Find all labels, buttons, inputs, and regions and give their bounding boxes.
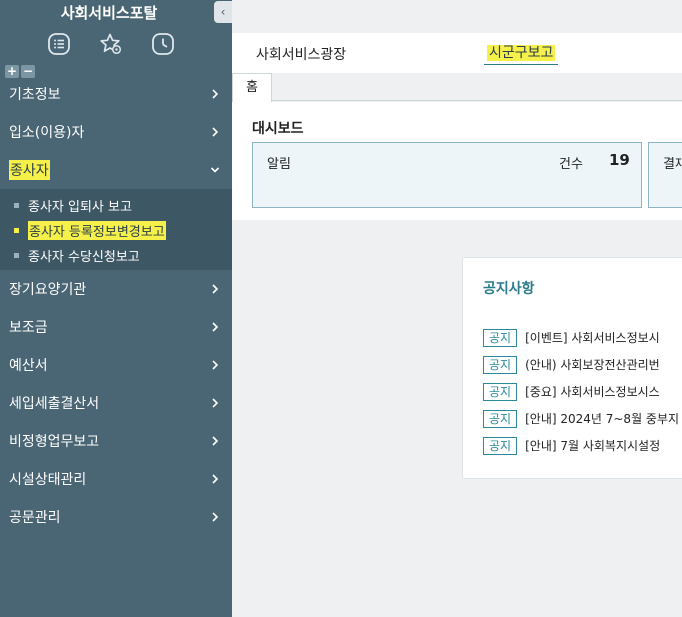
sidebar-item-budget[interactable]: 예산서 [0,346,232,384]
chevron-right-icon [212,360,219,370]
notice-badge: 공지 [483,355,518,374]
sidebar-item-staff[interactable]: 종사자 [0,151,232,189]
bullet-icon [14,228,19,233]
notice-text: [안내] 7월 사회복지시설정 [525,439,661,453]
chevron-right-icon [212,436,219,446]
approval-card[interactable]: 결재 [648,142,682,208]
district-report-link[interactable]: 시군구보고 [484,42,559,65]
notice-text: (안내) 사회보장전산관리번 [525,358,660,372]
sidebar-item-basic-info[interactable]: 기초정보 [0,75,232,113]
clock-icon[interactable] [151,32,175,56]
tab-bar: 홈 [232,73,682,102]
notice-item[interactable]: 공지 [안내] 7월 사회복지시설정 [483,432,682,459]
chevron-right-icon [212,474,219,484]
notice-text: [중요] 사회서비스정보시스 [525,385,660,399]
main-content: 사회서비스광장 시군구보고 홈 대시보드 알림 건수 19 결재 공지사항 공지… [232,0,682,617]
sidebar-item-label: 기초정보 [9,87,61,103]
chevron-right-icon [212,284,219,294]
chevron-right-icon [212,127,219,137]
page-header: 사회서비스광장 시군구보고 [232,33,682,73]
notification-card[interactable]: 알림 건수 19 [252,142,642,208]
sidebar-item-subsidy[interactable]: 보조금 [0,308,232,346]
sidebar-item-label: 장기요양기관 [9,282,87,298]
notice-title: 공지사항 [483,281,535,297]
sidebar-item-label: 종사자 [9,160,50,180]
count-label: 건수 [559,157,583,172]
notification-count: 19 [609,151,630,169]
sidebar-item-settlement[interactable]: 세입세출결산서 [0,384,232,422]
notice-item[interactable]: 공지 [중요] 사회서비스정보시스 [483,378,682,405]
notice-text: [이벤트] 사회서비스정보시 [525,331,660,345]
bullet-icon [14,203,19,208]
sidebar-item-label: 비정형업무보고 [9,434,100,450]
list-icon[interactable] [47,32,71,56]
sub-item-staff-allowance[interactable]: 종사자 수당신청보고 [0,243,232,268]
notice-badge: 공지 [483,382,518,401]
sidebar-collapse-button[interactable]: ‹ [214,1,232,23]
notice-item[interactable]: 공지 (안내) 사회보장전산관리번 [483,351,682,378]
sidebar-item-official-docs[interactable]: 공문관리 [0,498,232,536]
sub-item-label: 종사자 수당신청보고 [28,250,140,265]
dashboard-title: 대시보드 [252,121,304,137]
sidebar-item-label: 공문관리 [9,510,61,526]
sidebar-menu: 기초정보 입소(이용)자 종사자 종사자 입퇴사 보고 종사자 등록정보변경보고… [0,75,232,536]
sidebar-item-label: 입소(이용)자 [9,125,85,141]
top-band [232,0,682,33]
chevron-right-icon [212,89,219,99]
quick-icons [0,32,222,56]
sidebar-item-irregular-report[interactable]: 비정형업무보고 [0,422,232,460]
sidebar-item-facility-status[interactable]: 시설상태관리 [0,460,232,498]
notification-label: 알림 [267,157,291,172]
chevron-down-icon [210,167,220,173]
district-report-label: 시군구보고 [487,45,556,61]
sidebar-item-longterm-care[interactable]: 장기요양기관 [0,270,232,308]
notice-badge: 공지 [483,328,518,347]
notice-panel: 공지사항 공지 [이벤트] 사회서비스정보시 공지 (안내) 사회보장전산관리번… [462,257,682,479]
app-title: 사회서비스포탈 [60,4,158,22]
notice-item[interactable]: 공지 [이벤트] 사회서비스정보시 [483,324,682,351]
sidebar-item-label: 시설상태관리 [9,472,87,488]
sub-item-label: 종사자 입퇴사 보고 [28,200,132,215]
chevron-right-icon [212,512,219,522]
staff-submenu: 종사자 입퇴사 보고 종사자 등록정보변경보고 종사자 수당신청보고 [0,189,232,270]
approval-label: 결재 [663,157,682,172]
dashboard-panel: 대시보드 알림 건수 19 결재 [232,102,682,220]
notice-list: 공지 [이벤트] 사회서비스정보시 공지 (안내) 사회보장전산관리번 공지 [… [483,324,682,459]
chevron-right-icon [212,322,219,332]
star-gear-icon[interactable] [99,32,123,56]
notice-item[interactable]: 공지 [안내] 2024년 7~8월 중부지 [483,405,682,432]
sidebar-item-residents[interactable]: 입소(이용)자 [0,113,232,151]
sub-item-staff-info-change[interactable]: 종사자 등록정보변경보고 [0,218,232,243]
page-title: 사회서비스광장 [256,47,347,63]
tab-home[interactable]: 홈 [232,73,272,102]
notice-text: [안내] 2024년 7~8월 중부지 [525,412,680,426]
notice-badge: 공지 [483,436,518,455]
sub-item-staff-hire-retire[interactable]: 종사자 입퇴사 보고 [0,193,232,218]
sidebar-item-label: 예산서 [9,358,48,374]
sidebar-item-label: 보조금 [9,320,48,336]
bullet-icon [14,253,19,258]
notice-badge: 공지 [483,409,518,428]
sidebar-item-label: 세입세출결산서 [9,396,100,412]
chevron-right-icon [212,398,219,408]
sub-item-label: 종사자 등록정보변경보고 [28,221,166,240]
sidebar: 사회서비스포탈 ‹ + − 기초정보 입소(이용)자 종사자 종사자 입퇴사 보… [0,0,232,617]
